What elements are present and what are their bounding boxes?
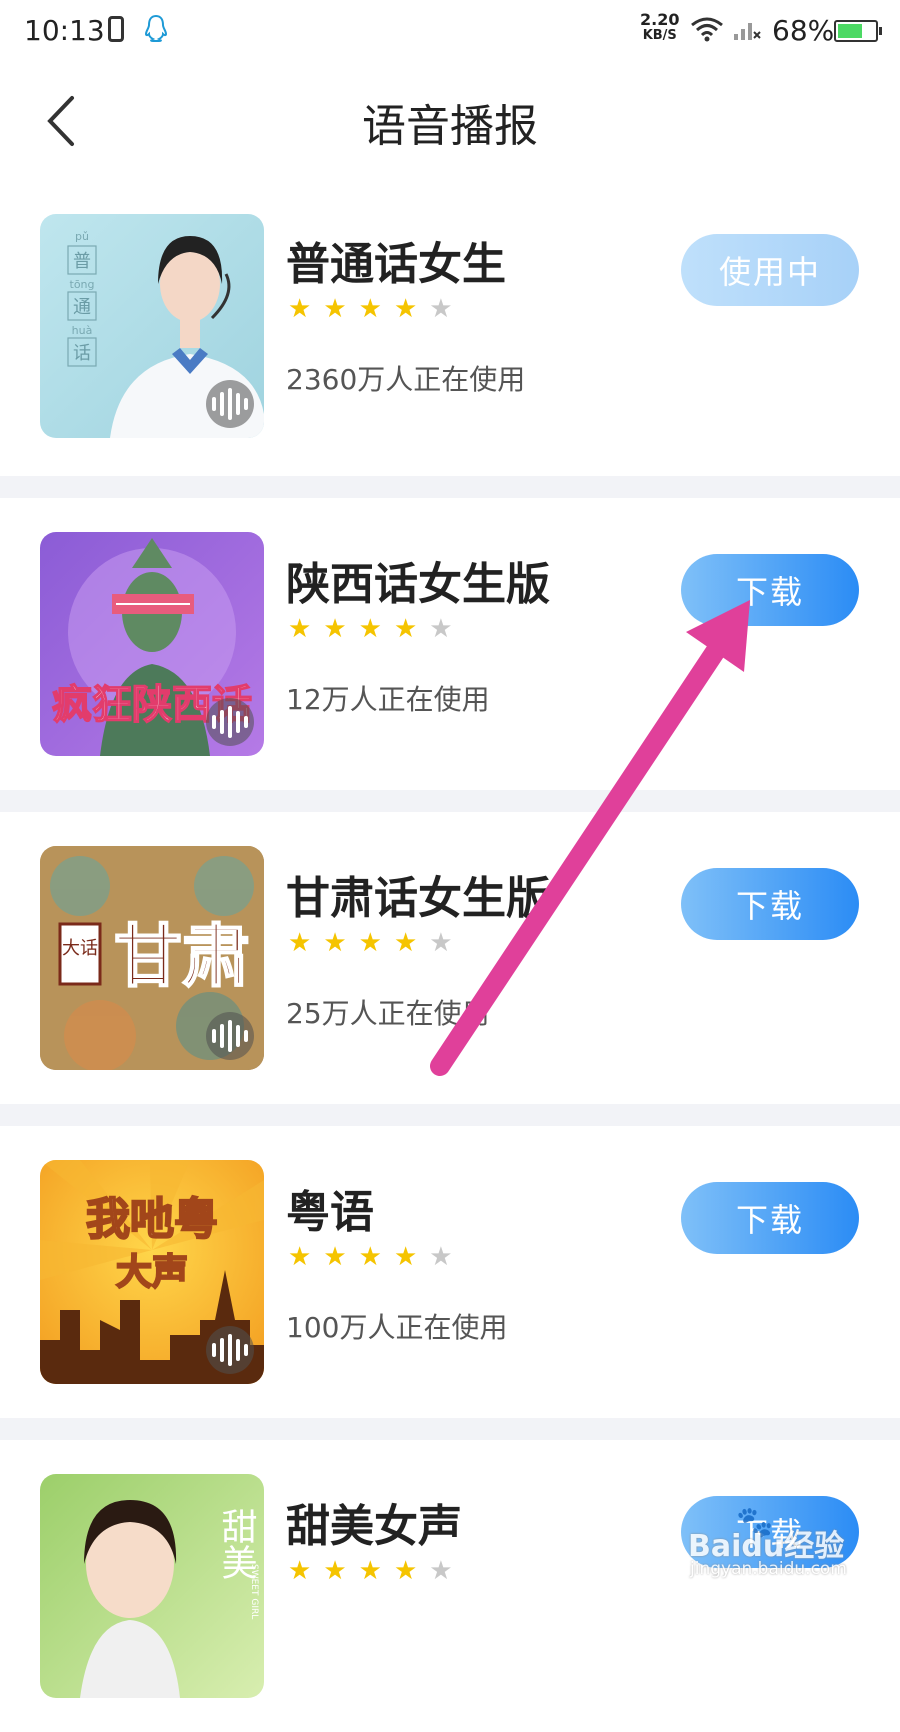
star-filled-icon: ★ — [323, 294, 347, 324]
status-time: 10:13 — [24, 14, 105, 47]
voice-thumbnail: 疯狂陕西话 — [40, 532, 264, 756]
voice-thumbnail: pǔ tōng huà 普 通 话 — [40, 214, 264, 438]
star-filled-icon: ★ — [323, 614, 347, 644]
voice-thumbnail: 甜美 SWEET GIRL — [40, 1474, 264, 1698]
voice-item[interactable]: 我吔粤 大声 粤语 ★ ★ ★ ★ ★ 100万人正在使用 下载 — [0, 1126, 900, 1418]
art-title: 甘肃 — [114, 918, 250, 997]
user-count: 2360万人正在使用 — [286, 363, 526, 396]
art-line2: 大声 — [116, 1252, 188, 1293]
star-filled-icon: ★ — [288, 614, 312, 644]
char-tong: 通 — [73, 297, 91, 318]
wifi-icon — [691, 17, 723, 42]
star-filled-icon: ★ — [323, 1242, 347, 1272]
star-filled-icon: ★ — [358, 928, 382, 958]
star-empty-icon: ★ — [429, 294, 453, 324]
voice-name: 甘肃话女生版 — [286, 873, 550, 924]
star-empty-icon: ★ — [429, 928, 453, 958]
star-filled-icon: ★ — [288, 294, 312, 324]
star-filled-icon: ★ — [358, 1242, 382, 1272]
voice-item[interactable]: 疯狂陕西话 陕西话女生版 ★ ★ ★ ★ ★ 12万人正在使用 下载 — [0, 498, 900, 790]
star-empty-icon: ★ — [429, 1242, 453, 1272]
voice-wave-icon[interactable] — [206, 698, 254, 746]
pinyin-hua: huà — [72, 324, 93, 337]
star-filled-icon: ★ — [393, 1556, 418, 1586]
char-pu: 普 — [73, 251, 91, 272]
battery-percent: 68% — [772, 14, 835, 47]
voice-name: 普通话女生 — [286, 239, 506, 290]
voice-thumbnail: 大话 甘肃 — [40, 846, 264, 1070]
signal-icon — [734, 23, 761, 40]
star-filled-icon: ★ — [288, 1556, 312, 1586]
battery-fill — [838, 24, 863, 38]
net-speed-value: 2.20 — [640, 10, 680, 29]
vibrate-icon — [108, 16, 124, 42]
voice-item[interactable]: pǔ tōng huà 普 通 话 普通话女生 ★ ★ ★ ★ ★ 2360万人… — [0, 178, 900, 476]
voice-name: 甜美女声 — [286, 1501, 462, 1552]
baidu-watermark: 🐾 Baidu经验 jingyan.baidu.com — [688, 1505, 888, 1585]
voice-wave-icon[interactable] — [206, 1012, 254, 1060]
rating-stars: ★ ★ ★ ★ ★ — [288, 930, 453, 956]
page-title: 语音播报 — [362, 101, 538, 152]
rating-stars: ★ ★ ★ ★ ★ — [288, 1244, 453, 1270]
watermark-url: jingyan.baidu.com — [690, 1559, 847, 1579]
nav-bar: 语音播报 — [0, 64, 900, 179]
art-sub: SWEET GIRL — [249, 1564, 259, 1619]
star-empty-icon: ★ — [429, 1556, 453, 1586]
star-filled-icon: ★ — [288, 1242, 312, 1272]
qq-icon — [144, 14, 168, 42]
star-filled-icon: ★ — [323, 1556, 347, 1586]
net-speed-unit: KB/S — [642, 28, 677, 43]
star-filled-icon: ★ — [358, 1556, 382, 1586]
voice-thumbnail: 我吔粤 大声 — [40, 1160, 264, 1384]
pinyin-pu: pǔ — [75, 230, 89, 243]
voice-name: 粤语 — [286, 1187, 374, 1238]
art-line1: 我吔粤 — [86, 1194, 218, 1245]
battery-icon — [834, 20, 882, 42]
rating-stars: ★ ★ ★ ★ ★ — [288, 296, 453, 322]
user-count: 12万人正在使用 — [286, 683, 490, 716]
status-bar: 10:13 2.20 KB/S 68% — [0, 0, 900, 64]
voice-list: pǔ tōng huà 普 通 话 普通话女生 ★ ★ ★ ★ ★ 2360万人… — [0, 178, 900, 1732]
network-speed: 2.20 KB/S — [640, 12, 679, 44]
in-use-button[interactable]: 使用中 — [681, 234, 859, 306]
char-hua: 话 — [73, 343, 91, 364]
star-filled-icon: ★ — [288, 928, 312, 958]
voice-wave-icon[interactable] — [206, 1326, 254, 1374]
voice-wave-icon[interactable] — [206, 380, 254, 428]
rating-stars: ★ ★ ★ ★ ★ — [288, 1558, 453, 1584]
star-filled-icon: ★ — [358, 614, 382, 644]
star-empty-icon: ★ — [429, 614, 453, 644]
star-filled-icon: ★ — [393, 614, 418, 644]
sweet-girl-image: 甜美 SWEET GIRL — [80, 1500, 259, 1698]
voice-item[interactable]: 甜美 SWEET GIRL 甜美女声 ★ ★ ★ ★ ★ 下载 — [0, 1440, 900, 1732]
star-filled-icon: ★ — [323, 928, 347, 958]
art-seal: 大话 — [62, 938, 98, 959]
download-button[interactable]: 下载 — [681, 554, 859, 626]
user-count: 25万人正在使用 — [286, 997, 490, 1030]
star-filled-icon: ★ — [393, 294, 418, 324]
download-button[interactable]: 下载 — [681, 1182, 859, 1254]
star-filled-icon: ★ — [393, 1242, 418, 1272]
pinyin-tong: tōng — [70, 278, 95, 291]
star-filled-icon: ★ — [393, 928, 418, 958]
star-filled-icon: ★ — [358, 294, 382, 324]
download-button[interactable]: 下载 — [681, 868, 859, 940]
rating-stars: ★ ★ ★ ★ ★ — [288, 616, 453, 642]
user-count: 100万人正在使用 — [286, 1311, 508, 1344]
voice-name: 陕西话女生版 — [286, 559, 550, 610]
voice-item[interactable]: 大话 甘肃 甘肃话女生版 ★ ★ ★ ★ ★ 25万人正在使用 下载 — [0, 812, 900, 1104]
